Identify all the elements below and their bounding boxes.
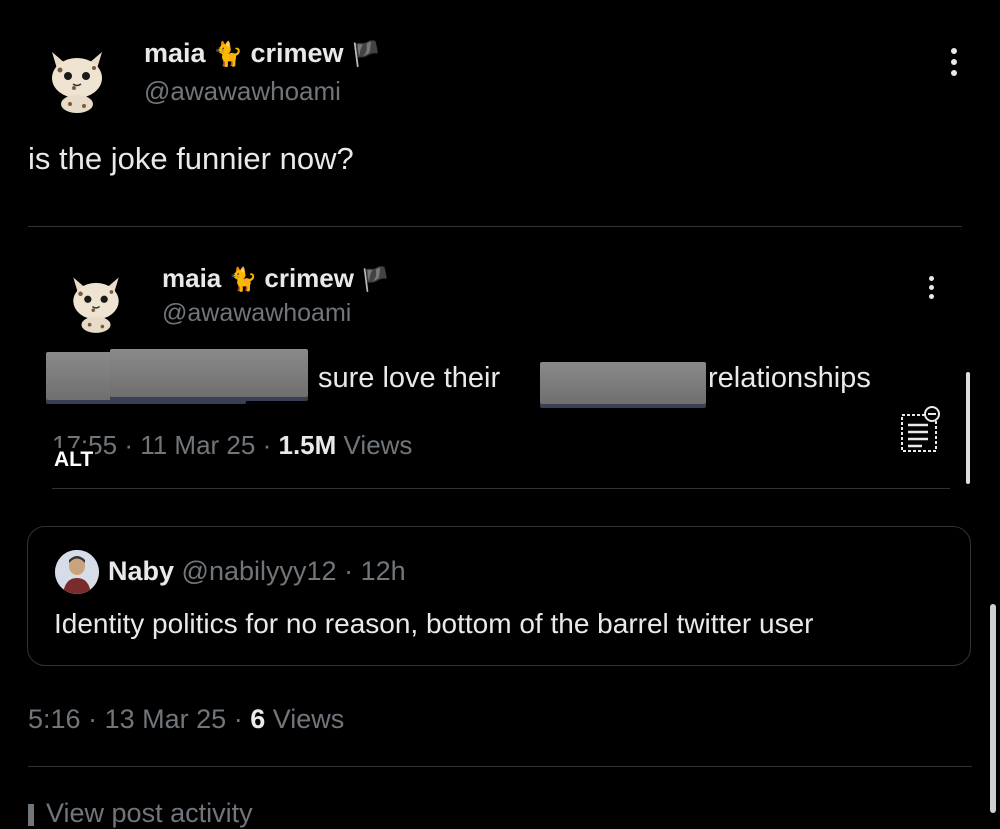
cat-avatar-icon bbox=[73, 277, 119, 333]
redaction-block bbox=[110, 349, 308, 397]
quoted-meta: 17:55 · 11 Mar 25 · 1.5M Views bbox=[52, 430, 412, 461]
quoted-date: 11 Mar 25 bbox=[140, 430, 256, 460]
post-views-count: 6 bbox=[250, 704, 266, 734]
reply-author-name[interactable]: Naby bbox=[108, 556, 174, 586]
quoted-text-middle: sure love their bbox=[318, 362, 501, 394]
page-scrollbar[interactable] bbox=[990, 604, 996, 813]
author-last-name: crimew bbox=[264, 263, 354, 293]
reply-avatar[interactable] bbox=[55, 550, 99, 594]
reply-age: 12h bbox=[360, 556, 406, 586]
document-list-icon bbox=[901, 406, 940, 452]
post-date: 13 Mar 25 bbox=[104, 704, 227, 734]
separator: · bbox=[233, 704, 243, 734]
grok-explain-icon[interactable] bbox=[898, 405, 942, 460]
separator: · bbox=[124, 430, 133, 460]
view-post-activity-link[interactable]: View post activity bbox=[28, 798, 253, 829]
reply-header: Naby @nabilyyy12 · 12h bbox=[108, 556, 406, 587]
reply-card[interactable] bbox=[27, 526, 971, 666]
author-handle[interactable]: @awawawhoami bbox=[144, 76, 341, 107]
post-meta: 5:16 · 13 Mar 25 · 6 Views bbox=[28, 704, 344, 735]
author-first-name: maia bbox=[144, 38, 206, 68]
quoted-avatar[interactable] bbox=[66, 270, 126, 339]
quoted-text-end: relationships bbox=[708, 362, 871, 394]
cat-avatar-icon bbox=[52, 52, 102, 113]
cat-emoji-icon: 🐈 bbox=[213, 41, 243, 68]
view-post-activity-label: View post activity bbox=[46, 798, 253, 828]
quoted-views-label: Views bbox=[343, 430, 413, 460]
reply-author-handle[interactable]: @nabilyyy12 bbox=[182, 556, 337, 586]
author-first-name: maia bbox=[162, 263, 222, 293]
flag-icon: 🏴 bbox=[361, 266, 390, 292]
post-text: is the joke funnier now? bbox=[28, 141, 354, 176]
quoted-more-options-icon[interactable] bbox=[929, 276, 934, 299]
author-avatar[interactable] bbox=[44, 44, 110, 119]
alt-badge[interactable]: ALT bbox=[52, 448, 96, 472]
separator: · bbox=[344, 556, 354, 586]
post-views-label: Views bbox=[272, 704, 345, 734]
author-name[interactable]: maia 🐈 crimew 🏴 bbox=[144, 38, 381, 69]
person-avatar-icon bbox=[55, 550, 99, 594]
separator: · bbox=[88, 704, 98, 734]
flag-icon: 🏴 bbox=[351, 41, 381, 68]
author-last-name: crimew bbox=[250, 38, 344, 68]
scrollbar-thumb[interactable] bbox=[966, 372, 970, 484]
separator: · bbox=[262, 430, 272, 460]
activity-chart-icon bbox=[28, 803, 34, 826]
quoted-author-handle[interactable]: @awawawhoami bbox=[162, 299, 351, 328]
divider bbox=[28, 226, 962, 227]
reply-text: Identity politics for no reason, bottom … bbox=[54, 608, 814, 639]
redaction-block bbox=[540, 362, 706, 404]
quoted-author-name[interactable]: maia 🐈 crimew 🏴 bbox=[162, 263, 390, 294]
post-time: 5:16 bbox=[28, 704, 81, 734]
quoted-views-count: 1.5M bbox=[278, 430, 337, 460]
cat-emoji-icon: 🐈 bbox=[228, 266, 258, 292]
divider bbox=[52, 488, 950, 489]
divider bbox=[28, 766, 972, 767]
more-options-icon[interactable] bbox=[951, 48, 957, 76]
